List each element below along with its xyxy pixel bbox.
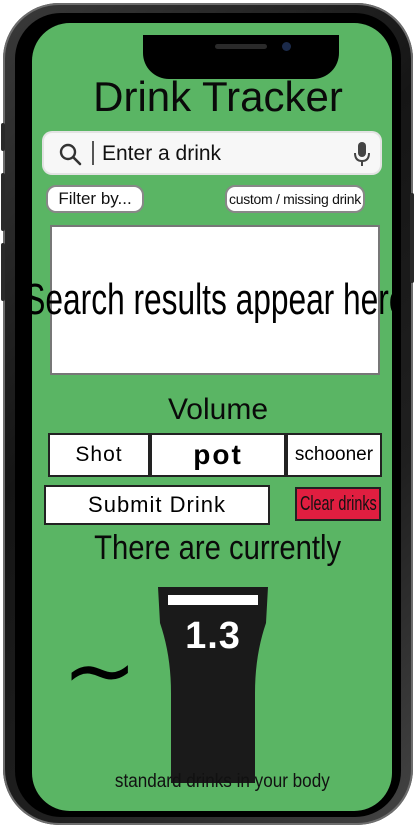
search-icon (59, 143, 82, 166)
approx-symbol: ~ (62, 618, 138, 723)
search-input[interactable] (100, 137, 344, 171)
pint-glass-icon: 1.3 (154, 585, 272, 785)
volume-down-button (1, 243, 5, 301)
search-results-panel: Search results appear here (32, 225, 392, 375)
search-bar[interactable] (44, 133, 380, 173)
power-button (410, 193, 414, 283)
microphone-icon[interactable] (352, 141, 372, 167)
search-divider (92, 141, 94, 165)
front-camera (282, 42, 291, 51)
notch (143, 35, 339, 79)
volume-shot-button[interactable]: Shot (48, 433, 150, 477)
clear-drinks-button[interactable]: Clear drinks (295, 487, 381, 521)
silent-switch (1, 123, 5, 151)
volume-up-button (1, 173, 5, 231)
volume-label: Volume (167, 393, 269, 426)
speaker-grille (215, 44, 267, 49)
search-results-placeholder: Search results appear here (32, 275, 392, 324)
custom-drink-button[interactable]: custom / missing drink (225, 185, 365, 213)
phone-frame: Drink Tracker Filter by... custom / miss… (1, 3, 414, 825)
volume-schooner-button[interactable]: schooner (286, 433, 382, 477)
standard-drinks-count: 1.3 (185, 615, 241, 657)
status-suffix-text: standard drinks in your body (114, 771, 330, 792)
status-prefix: There are currently (32, 529, 392, 568)
filter-button[interactable]: Filter by... (46, 185, 144, 213)
status-suffix: standard drinks in your body (32, 771, 392, 793)
app-title: Drink Tracker (93, 73, 343, 120)
status-prefix-text: There are currently (94, 529, 342, 567)
volume-pot-button[interactable]: pot (150, 433, 286, 477)
submit-drink-button[interactable]: Submit Drink (44, 485, 270, 525)
app-screen: Drink Tracker Filter by... custom / miss… (32, 23, 392, 811)
clear-drinks-label: Clear drinks (299, 492, 377, 515)
